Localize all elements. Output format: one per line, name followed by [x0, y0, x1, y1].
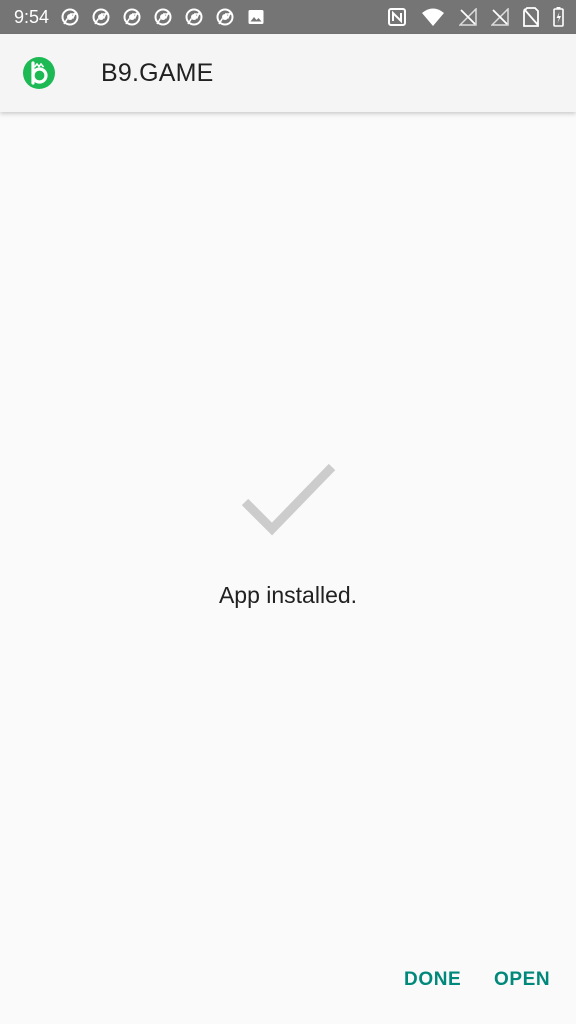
notification-icons	[61, 8, 265, 26]
chrome-icon	[61, 8, 79, 26]
app-logo-icon	[23, 57, 55, 89]
chrome-icon	[185, 8, 203, 26]
status-bar: 9:54	[0, 0, 576, 34]
chrome-icon	[92, 8, 110, 26]
battery-icon	[553, 7, 564, 27]
app-bar: B9.GAME	[0, 34, 576, 112]
chrome-icon	[154, 8, 172, 26]
system-icons	[387, 0, 564, 34]
open-button[interactable]: OPEN	[494, 962, 550, 998]
install-status-message: App installed.	[218, 582, 358, 608]
checkmark-icon	[241, 463, 336, 536]
chrome-icon	[216, 8, 234, 26]
signal-off-icon	[459, 8, 477, 26]
wifi-icon	[422, 8, 444, 26]
done-button[interactable]: DONE	[404, 962, 461, 998]
no-sim-icon	[523, 7, 539, 27]
app-title: B9.GAME	[101, 59, 214, 87]
nfc-icon	[388, 8, 406, 26]
status-time: 9:54	[14, 6, 50, 27]
chrome-icon	[123, 8, 141, 26]
image-icon	[248, 10, 264, 24]
signal-off-icon	[491, 8, 509, 26]
